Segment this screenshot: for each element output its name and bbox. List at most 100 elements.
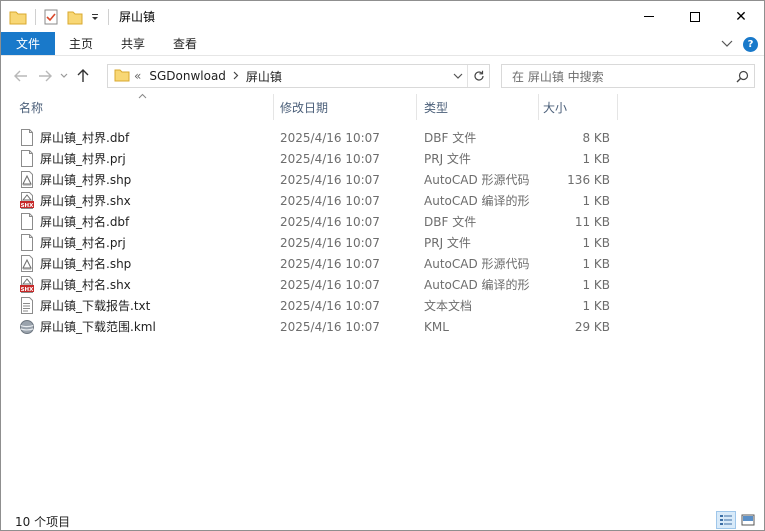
- close-button[interactable]: ✕: [718, 1, 764, 32]
- tab-home[interactable]: 主页: [55, 32, 107, 55]
- file-date: 2025/4/16 10:07: [280, 319, 380, 334]
- file-size: 1 KB: [582, 235, 610, 250]
- svg-text:SHX: SHX: [21, 287, 35, 293]
- blank-file-icon: [19, 234, 35, 251]
- breadcrumb-item[interactable]: SGDonwload: [149, 69, 226, 83]
- autocad-shape-icon: [19, 255, 35, 272]
- new-folder-icon[interactable]: [66, 8, 84, 26]
- properties-icon[interactable]: [42, 8, 60, 26]
- column-divider[interactable]: [617, 94, 618, 120]
- window-title: 屏山镇: [119, 10, 156, 24]
- file-row[interactable]: 屏山镇_村界.dbf 2025/4/16 10:07 DBF 文件 8 KB: [1, 127, 764, 148]
- header-date-modified[interactable]: 修改日期: [272, 94, 416, 120]
- file-name-cell[interactable]: 屏山镇_村名.dbf: [19, 211, 129, 232]
- file-row[interactable]: 屏山镇_村界.shp 2025/4/16 10:07 AutoCAD 形源代码 136…: [1, 169, 764, 190]
- quick-access-toolbar: [1, 1, 115, 32]
- file-row[interactable]: SHX 屏山镇_村名.shx 2025/4/16 10:07 AutoCAD 编译的形…: [1, 274, 764, 295]
- column-headers: 名称 修改日期 类型 大小: [1, 93, 764, 120]
- header-type[interactable]: 类型: [416, 94, 538, 120]
- file-name-cell[interactable]: 屏山镇_下载报告.txt: [19, 295, 150, 316]
- details-view-button[interactable]: [716, 511, 736, 529]
- search-box[interactable]: 在 屏山镇 中搜索: [501, 64, 755, 88]
- file-name-cell[interactable]: 屏山镇_村名.prj: [19, 232, 126, 253]
- file-type: DBF 文件: [424, 215, 477, 229]
- file-size: 1 KB: [582, 193, 610, 208]
- refresh-button[interactable]: [467, 65, 489, 87]
- back-arrow-icon: [14, 70, 27, 82]
- explorer-window: 屏山镇 ✕ 文件 主页 共享 查看 ? « SGDonwload 屏山镇 在 屏…: [0, 0, 765, 531]
- search-icon[interactable]: [730, 70, 754, 83]
- large-icons-view-button[interactable]: [738, 511, 758, 529]
- file-name-cell[interactable]: 屏山镇_村名.shp: [19, 253, 131, 274]
- search-input[interactable]: 在 屏山镇 中搜索: [502, 68, 730, 85]
- divider: [108, 8, 109, 25]
- file-date: 2025/4/16 10:07: [280, 172, 380, 187]
- file-list: 屏山镇_村界.dbf 2025/4/16 10:07 DBF 文件 8 KB 屏山镇_村…: [1, 127, 764, 337]
- file-row[interactable]: 屏山镇_村名.dbf 2025/4/16 10:07 DBF 文件 11 KB: [1, 211, 764, 232]
- autocad-shape-icon: [19, 171, 35, 188]
- back-button[interactable]: [9, 64, 33, 88]
- file-row[interactable]: 屏山镇_村名.prj 2025/4/16 10:07 PRJ 文件 1 KB: [1, 232, 764, 253]
- file-row[interactable]: 屏山镇_村名.shp 2025/4/16 10:07 AutoCAD 形源代码 1 K…: [1, 253, 764, 274]
- window-controls: ✕: [626, 1, 764, 32]
- file-name-cell[interactable]: SHX 屏山镇_村名.shx: [19, 274, 131, 295]
- file-date: 2025/4/16 10:07: [280, 130, 380, 145]
- file-type: PRJ 文件: [424, 152, 471, 166]
- file-row[interactable]: SHX 屏山镇_村界.shx 2025/4/16 10:07 AutoCAD 编译的形…: [1, 190, 764, 211]
- chevron-right-icon[interactable]: [233, 70, 239, 83]
- header-size[interactable]: 大小: [535, 94, 615, 120]
- file-type: AutoCAD 形源代码: [424, 173, 530, 187]
- shx-file-icon: SHX: [19, 192, 35, 209]
- folder-icon: [114, 68, 130, 85]
- up-button[interactable]: [71, 64, 95, 88]
- file-size: 11 KB: [574, 214, 610, 229]
- chevron-down-icon: [453, 73, 463, 79]
- file-size: 1 KB: [582, 151, 610, 166]
- help-icon[interactable]: ?: [743, 36, 758, 52]
- breadcrumb-overflow[interactable]: «: [134, 69, 141, 83]
- file-name: 屏山镇_村界.shp: [40, 173, 132, 187]
- forward-button[interactable]: [33, 64, 57, 88]
- address-dropdown-button[interactable]: [449, 65, 467, 87]
- file-name: 屏山镇_村名.shp: [40, 257, 132, 271]
- file-type: 文本文档: [424, 299, 473, 313]
- address-bar[interactable]: « SGDonwload 屏山镇: [107, 64, 490, 88]
- forward-arrow-icon: [39, 70, 52, 82]
- file-name-cell[interactable]: 屏山镇_村界.dbf: [19, 127, 129, 148]
- chevron-down-icon: [60, 73, 68, 78]
- file-size: 136 KB: [567, 172, 610, 187]
- file-name: 屏山镇_下载报告.txt: [40, 299, 151, 313]
- file-size: 1 KB: [582, 277, 610, 292]
- file-name: 屏山镇_村名.dbf: [40, 215, 130, 229]
- tab-view[interactable]: 查看: [159, 32, 211, 55]
- file-row[interactable]: 屏山镇_村界.prj 2025/4/16 10:07 PRJ 文件 1 KB: [1, 148, 764, 169]
- file-name-cell[interactable]: 屏山镇_村界.shp: [19, 169, 131, 190]
- file-name-cell[interactable]: 屏山镇_村界.prj: [19, 148, 126, 169]
- customize-toolbar-icon[interactable]: [90, 8, 100, 26]
- folder-icon[interactable]: [9, 8, 27, 26]
- file-date: 2025/4/16 10:07: [280, 256, 380, 271]
- tab-share[interactable]: 共享: [107, 32, 159, 55]
- large-icons-view-icon: [741, 514, 755, 526]
- maximize-icon: [690, 11, 700, 22]
- expand-ribbon-icon[interactable]: [721, 37, 733, 51]
- maximize-button[interactable]: [672, 1, 718, 32]
- file-type: AutoCAD 形源代码: [424, 257, 530, 271]
- file-row[interactable]: 屏山镇_下载范围.kml 2025/4/16 10:07 KML 29 KB: [1, 316, 764, 337]
- file-date: 2025/4/16 10:07: [280, 298, 380, 313]
- close-icon: ✕: [735, 8, 747, 25]
- file-name-cell[interactable]: 屏山镇_下载范围.kml: [19, 316, 156, 337]
- view-switcher: [714, 511, 758, 529]
- minimize-button[interactable]: [626, 1, 672, 32]
- recent-locations-button[interactable]: [57, 64, 71, 88]
- kml-globe-icon: [19, 318, 35, 335]
- text-file-icon: [19, 297, 35, 314]
- breadcrumb: « SGDonwload 屏山镇: [108, 68, 449, 85]
- breadcrumb-item[interactable]: 屏山镇: [246, 68, 282, 85]
- file-name-cell[interactable]: SHX 屏山镇_村界.shx: [19, 190, 131, 211]
- tab-file[interactable]: 文件: [1, 32, 56, 55]
- navigation-bar: « SGDonwload 屏山镇 在 屏山镇 中搜索: [1, 59, 764, 93]
- file-size: 1 KB: [582, 298, 610, 313]
- header-name[interactable]: 名称: [11, 94, 273, 120]
- file-row[interactable]: 屏山镇_下载报告.txt 2025/4/16 10:07 文本文档 1 KB: [1, 295, 764, 316]
